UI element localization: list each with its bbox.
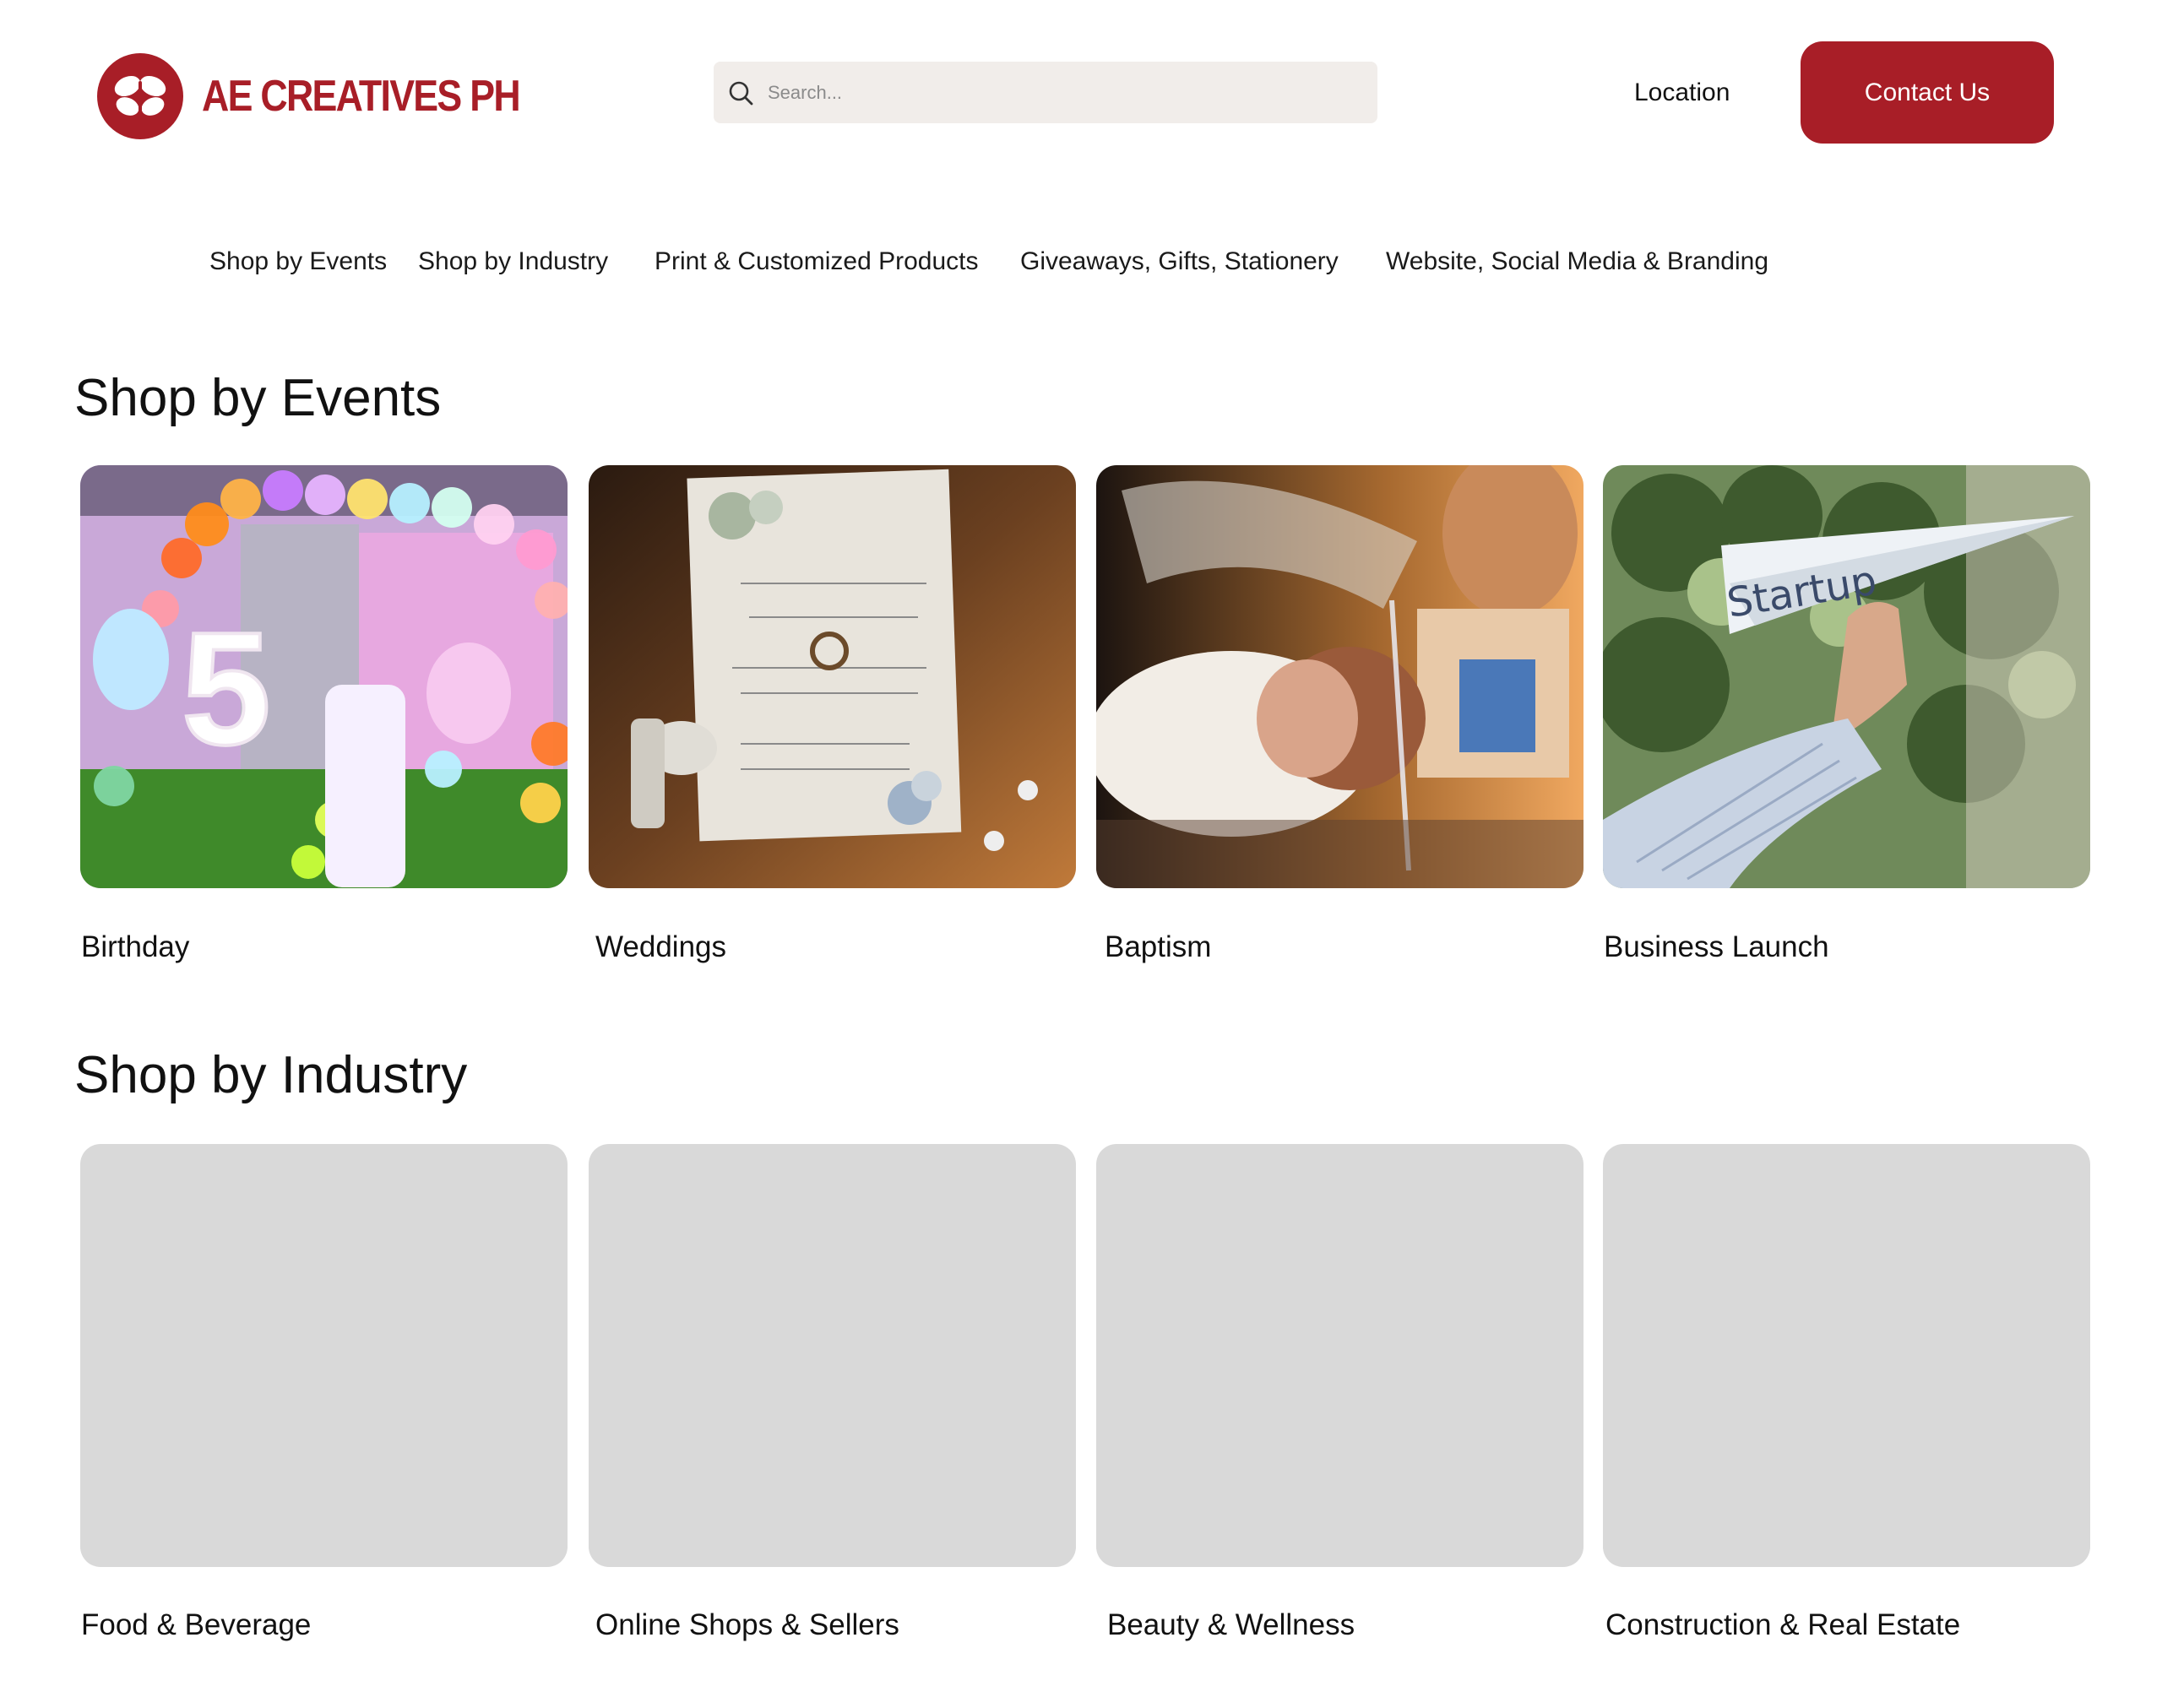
search-bar[interactable] (714, 62, 1377, 123)
event-label-birthday[interactable]: Birthday (81, 930, 189, 964)
brand-name: AE CREATIVES PH (202, 72, 521, 121)
industry-card-food-beverage[interactable] (80, 1144, 568, 1567)
nav-item-print-customized-products[interactable]: Print & Customized Products (655, 247, 978, 276)
butterfly-icon (97, 53, 183, 139)
location-link[interactable]: Location (1634, 79, 1730, 107)
industry-label-construction-real-estate[interactable]: Construction & Real Estate (1605, 1608, 1960, 1642)
svg-text:5: 5 (182, 599, 271, 778)
contact-us-button[interactable]: Contact Us (1801, 41, 2054, 144)
event-card-birthday[interactable]: 5 (80, 465, 568, 888)
event-card-weddings[interactable] (589, 465, 1076, 888)
industry-card-beauty-wellness[interactable] (1096, 1144, 1583, 1567)
industry-card-online-shops[interactable] (589, 1144, 1076, 1567)
search-icon (725, 78, 756, 108)
birthday-party-photo: 5 (80, 465, 568, 888)
nav-item-shop-by-industry[interactable]: Shop by Industry (418, 247, 608, 276)
event-label-baptism[interactable]: Baptism (1105, 930, 1211, 964)
nav-item-giveaways-gifts-stationery[interactable]: Giveaways, Gifts, Stationery (1020, 247, 1339, 276)
industry-label-food-beverage[interactable]: Food & Beverage (81, 1608, 311, 1642)
event-card-business-launch[interactable]: Startup (1603, 465, 2090, 888)
category-nav: Shop by Events Shop by Industry Print & … (0, 247, 2162, 281)
brand-logo[interactable]: AE CREATIVES PH (97, 53, 571, 139)
search-input[interactable] (766, 80, 1361, 105)
events-section-title: Shop by Events (74, 369, 442, 427)
industry-section-title: Shop by Industry (74, 1046, 468, 1104)
wedding-invitation-photo (589, 465, 1076, 888)
startup-paper-plane-photo: Startup (1603, 465, 2090, 888)
nav-item-website-social-media-branding[interactable]: Website, Social Media & Branding (1386, 247, 1768, 276)
event-label-weddings[interactable]: Weddings (595, 930, 726, 964)
event-label-business-launch[interactable]: Business Launch (1604, 930, 1829, 964)
nav-item-shop-by-events[interactable]: Shop by Events (209, 247, 387, 276)
baptism-photo (1096, 465, 1583, 888)
event-card-baptism[interactable] (1096, 465, 1583, 888)
industry-label-beauty-wellness[interactable]: Beauty & Wellness (1107, 1608, 1355, 1642)
industry-label-online-shops[interactable]: Online Shops & Sellers (595, 1608, 899, 1642)
industry-card-construction-real-estate[interactable] (1603, 1144, 2090, 1567)
